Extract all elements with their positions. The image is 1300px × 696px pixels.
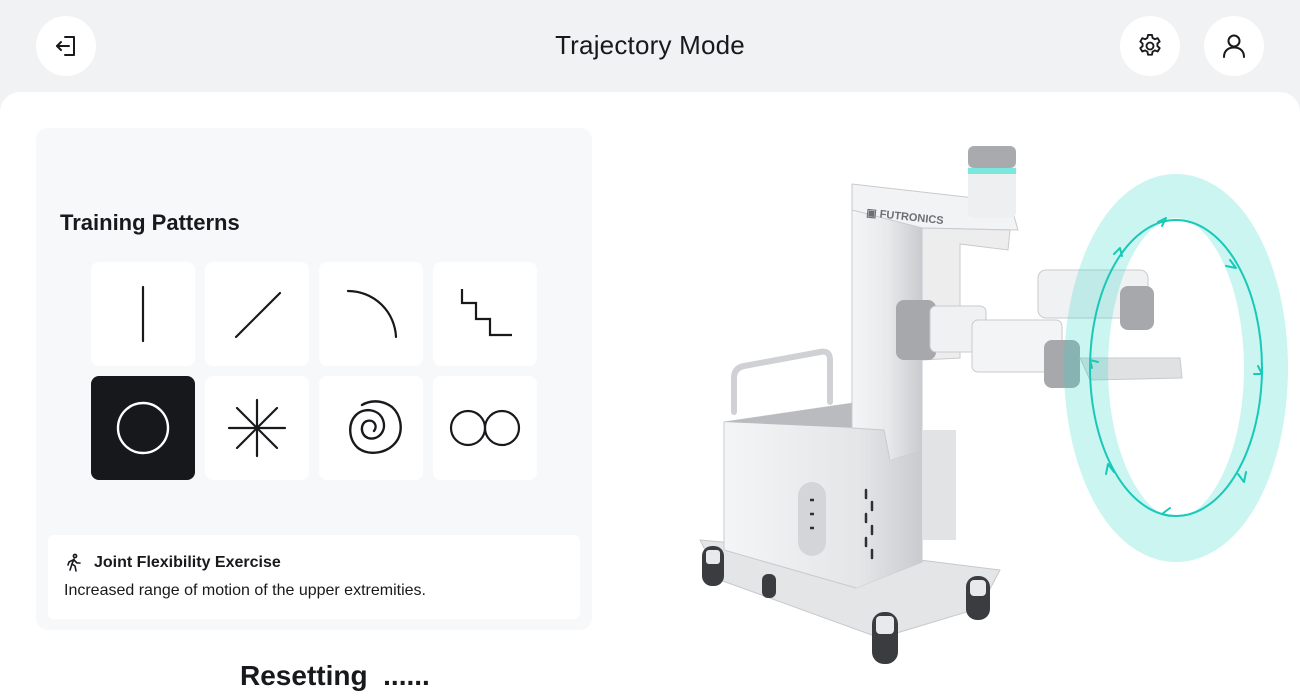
exercise-title: Joint Flexibility Exercise	[94, 554, 281, 571]
training-patterns-title: Training Patterns	[60, 210, 240, 235]
robot-illustration: ▣ FUTRONICS	[660, 110, 1300, 696]
spiral-icon	[349, 400, 402, 454]
pattern-diagonal-line[interactable]	[205, 262, 309, 366]
pattern-spiral[interactable]	[319, 376, 423, 480]
settings-button[interactable]	[1120, 16, 1180, 76]
double-circle-icon	[449, 409, 521, 447]
pattern-double-circle[interactable]	[433, 376, 537, 480]
user-icon	[1223, 34, 1245, 58]
exercise-info-card: Joint Flexibility Exercise Increased ran…	[48, 535, 580, 619]
arc-icon	[346, 289, 398, 339]
pattern-staircase[interactable]	[433, 262, 537, 366]
top-bar: Trajectory Mode	[0, 0, 1300, 92]
walking-person-icon	[67, 553, 81, 572]
circle-icon	[116, 401, 170, 455]
diagonal-line-icon	[234, 291, 282, 339]
exercise-description: Increased range of motion of the upper e…	[64, 582, 426, 599]
pattern-asterisk[interactable]	[205, 376, 309, 480]
training-panel: Training Patterns Joint Flexibility Exer…	[36, 128, 592, 630]
robot-image: ▣ FUTRONICS	[699, 146, 1288, 664]
gear-icon	[1139, 33, 1161, 56]
page-title: Trajectory Mode	[555, 30, 745, 60]
exercise-info-header: Joint Flexibility Exercise	[64, 553, 281, 573]
profile-button[interactable]	[1204, 16, 1264, 76]
pattern-vertical-line[interactable]	[91, 262, 195, 366]
asterisk-icon	[227, 398, 287, 458]
pattern-arc[interactable]	[319, 262, 423, 366]
pattern-circle[interactable]	[91, 376, 195, 480]
staircase-icon	[460, 289, 512, 337]
vertical-line-icon	[141, 285, 145, 343]
status-text: Resetting ......	[240, 660, 430, 691]
